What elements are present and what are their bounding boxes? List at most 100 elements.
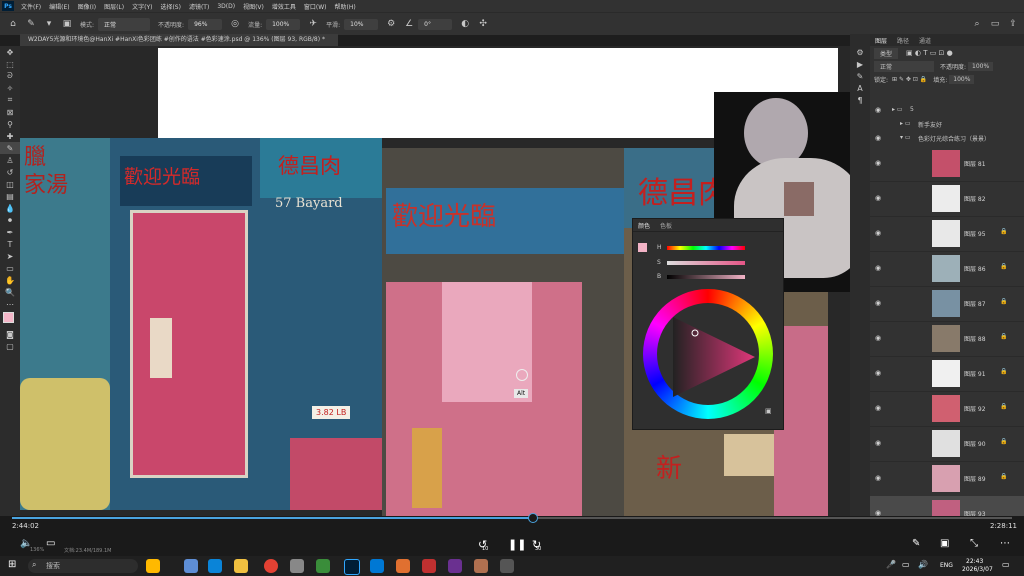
layer-name[interactable]: 图层 86: [964, 264, 986, 273]
photoshop-taskbar-icon[interactable]: [344, 559, 360, 575]
eye-icon[interactable]: ◉: [875, 159, 881, 167]
brush-preset-icon[interactable]: ▾: [44, 19, 54, 29]
menu-type[interactable]: 文字(Y): [128, 2, 156, 11]
edge-icon[interactable]: [370, 559, 384, 573]
foreground-color[interactable]: [3, 312, 14, 323]
tab-swatches[interactable]: 色板: [655, 219, 677, 232]
saturation-slider[interactable]: [667, 261, 745, 265]
eyedropper-icon[interactable]: ⚲: [0, 118, 20, 130]
eye-icon[interactable]: ◉: [875, 369, 881, 377]
angle-icon[interactable]: ∠: [404, 19, 414, 29]
chrome-icon[interactable]: [264, 559, 278, 573]
blur-tool-icon[interactable]: 💧: [0, 202, 20, 214]
eye-icon[interactable]: ◉: [875, 134, 881, 142]
marquee-tool-icon[interactable]: ⬚: [0, 58, 20, 70]
layer-row[interactable]: ◉ 图层 82: [870, 181, 1024, 217]
obs-icon[interactable]: [290, 559, 304, 573]
subtitles-icon[interactable]: ▭: [46, 538, 55, 549]
tab-paths[interactable]: 路径: [892, 34, 914, 47]
layer-group-5[interactable]: ◉ ▸ ▭ 5: [870, 104, 1024, 116]
eye-icon[interactable]: ◉: [875, 229, 881, 237]
pause-icon[interactable]: ❚❚: [508, 538, 526, 551]
menu-view[interactable]: 视图(V): [239, 2, 268, 11]
file-explorer-icon[interactable]: [234, 559, 248, 573]
history-brush-icon[interactable]: ↺: [0, 166, 20, 178]
angle-field[interactable]: 0°: [418, 18, 453, 30]
brush-tool-icon[interactable]: ✎: [26, 19, 36, 29]
layer-group-practice[interactable]: ◉ ▾ ▭ 色彩灯光综合练习（景景）: [870, 132, 1024, 144]
eye-icon[interactable]: ◉: [875, 439, 881, 447]
tab-layers[interactable]: 图层: [870, 34, 892, 47]
color-swatches[interactable]: [0, 310, 20, 328]
menu-window[interactable]: 窗口(W): [300, 2, 331, 11]
menu-select[interactable]: 选择(S): [156, 2, 185, 11]
app-icon-red[interactable]: [422, 559, 436, 573]
color-triangle[interactable]: [663, 309, 763, 405]
brightness-slider[interactable]: [667, 275, 745, 279]
menu-file[interactable]: 文件(F): [17, 2, 45, 11]
pip-icon[interactable]: ▣: [940, 538, 949, 549]
layer-thumbnail[interactable]: [932, 185, 960, 212]
gradient-tool-icon[interactable]: ▤: [0, 190, 20, 202]
flow-field[interactable]: 100%: [266, 18, 301, 30]
layer-opacity-field[interactable]: 100%: [968, 62, 994, 71]
eye-icon[interactable]: ◉: [875, 334, 881, 342]
share-icon[interactable]: ⇪: [1008, 19, 1018, 29]
pressure-size-icon[interactable]: ◐: [460, 19, 470, 29]
layer-name[interactable]: 图层 92: [964, 404, 986, 413]
smooth-field[interactable]: 10%: [344, 18, 379, 30]
progress-track[interactable]: [12, 517, 1012, 519]
menu-help[interactable]: 帮助(H): [331, 2, 360, 11]
stamp-tool-icon[interactable]: ♙: [0, 154, 20, 166]
pressure-opacity-icon[interactable]: ◎: [230, 19, 240, 29]
eraser-tool-icon[interactable]: ◫: [0, 178, 20, 190]
app-icon-gray[interactable]: [500, 559, 514, 573]
network-icon[interactable]: ▭: [902, 560, 910, 569]
path-select-icon[interactable]: ➤: [0, 250, 20, 262]
layer-row[interactable]: ◉ 图层 87 🔒: [870, 286, 1024, 322]
windows-start-icon[interactable]: ⊞: [8, 559, 16, 570]
eye-icon[interactable]: ◉: [875, 404, 881, 412]
layer-row[interactable]: ◉ 图层 90 🔒: [870, 426, 1024, 462]
layer-thumbnail[interactable]: [932, 255, 960, 282]
play-icon[interactable]: ▶: [850, 58, 870, 70]
menu-image[interactable]: 图像(I): [74, 2, 100, 11]
menu-filter[interactable]: 滤镜(T): [185, 2, 213, 11]
calculator-icon[interactable]: [184, 559, 198, 573]
brush-panel-icon[interactable]: ✎: [850, 70, 870, 82]
dodge-tool-icon[interactable]: ⚫: [0, 214, 20, 226]
pen-icon[interactable]: ✎: [912, 538, 920, 549]
screen-mode-icon[interactable]: ▢: [0, 340, 20, 352]
airbrush-icon[interactable]: ✈: [308, 19, 318, 29]
zoom-tool-icon[interactable]: 🔍: [0, 286, 20, 298]
eye-icon[interactable]: ◉: [875, 474, 881, 482]
layer-name[interactable]: 图层 90: [964, 439, 986, 448]
tab-color[interactable]: 颜色: [633, 219, 655, 232]
speaker-icon[interactable]: 🔊: [918, 560, 928, 569]
eye-icon[interactable]: ◉: [875, 106, 881, 114]
menu-plugins[interactable]: 增效工具: [268, 2, 300, 11]
taskbar-search[interactable]: ⌕ 搜索: [28, 559, 138, 573]
copilot-icon[interactable]: [146, 559, 160, 573]
crop-tool-icon[interactable]: ⌗: [0, 94, 20, 106]
eye-icon[interactable]: ◉: [875, 194, 881, 202]
layer-name[interactable]: 图层 81: [964, 159, 986, 168]
pen-tool-icon[interactable]: ✒: [0, 226, 20, 238]
more-icon[interactable]: ⋯: [1000, 538, 1010, 549]
layer-name[interactable]: 图层 89: [964, 474, 986, 483]
healing-brush-icon[interactable]: ✚: [0, 130, 20, 142]
layer-name[interactable]: 图层 95: [964, 229, 986, 238]
eye-icon[interactable]: ◉: [875, 264, 881, 272]
app-icon-avatar[interactable]: [474, 559, 488, 573]
paragraph-icon[interactable]: ¶: [850, 94, 870, 106]
layer-name[interactable]: 图层 88: [964, 334, 986, 343]
eye-icon[interactable]: ◉: [875, 299, 881, 307]
quick-mask-icon[interactable]: ◙: [0, 328, 20, 340]
workspace-icon[interactable]: ▭: [990, 19, 1000, 29]
fill-field[interactable]: 100%: [949, 75, 975, 84]
filter-icons[interactable]: ▣ ◐ T ▭ ⊡ ●: [906, 49, 953, 57]
brush-settings-icon[interactable]: ▣: [62, 19, 72, 29]
frame-tool-icon[interactable]: ⊠: [0, 106, 20, 118]
layer-row[interactable]: ◉ 图层 95 🔒: [870, 216, 1024, 252]
character-icon[interactable]: A: [850, 82, 870, 94]
